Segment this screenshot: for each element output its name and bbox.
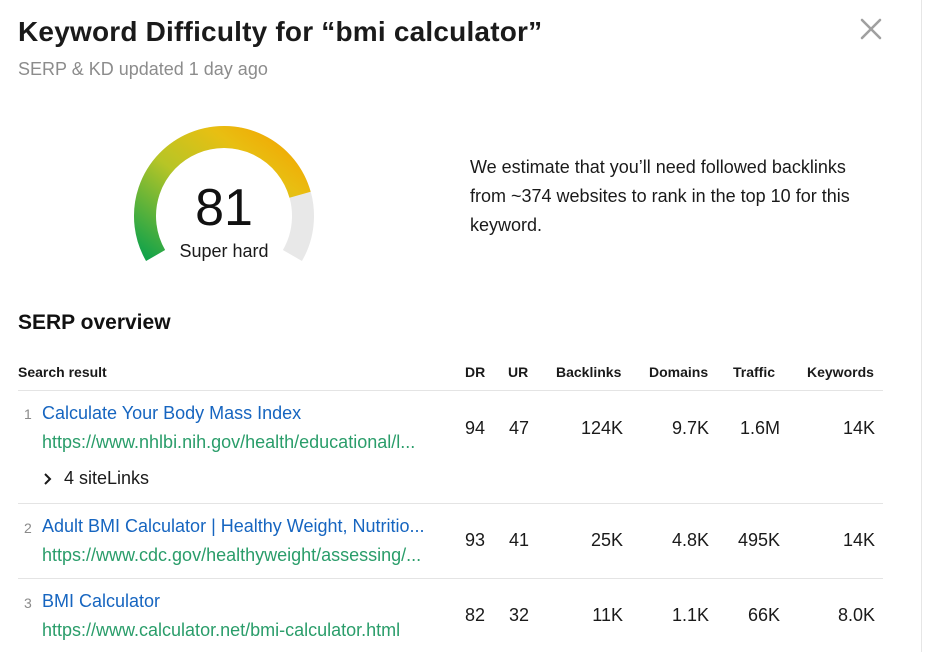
row-divider xyxy=(18,578,883,579)
result-url-link[interactable]: https://www.nhlbi.nih.gov/health/educati… xyxy=(42,432,438,453)
dr-value: 94 xyxy=(464,418,485,438)
difficulty-label: Super hard xyxy=(179,241,269,261)
column-dr[interactable]: DR xyxy=(465,364,485,380)
sitelinks-label: 4 siteLinks xyxy=(64,468,150,488)
dr-value: 93 xyxy=(464,530,485,550)
difficulty-score: 81 xyxy=(195,179,253,237)
domains-value: 4.8K xyxy=(671,530,709,550)
column-search-result[interactable]: Search result xyxy=(18,364,107,380)
rank-number: 1 xyxy=(24,406,32,422)
close-button[interactable] xyxy=(856,14,886,44)
rank-number: 2 xyxy=(24,520,32,536)
column-ur[interactable]: UR xyxy=(508,364,528,380)
traffic-value: 495K xyxy=(737,530,780,550)
domains-value: 1.1K xyxy=(671,605,709,625)
backlinks-value: 25K xyxy=(590,530,623,550)
column-keywords[interactable]: Keywords xyxy=(807,364,874,380)
column-domains[interactable]: Domains xyxy=(649,364,708,380)
keyword-difficulty-panel: Keyword Difficulty for “bmi calculator” … xyxy=(0,0,922,652)
keywords-value: 8.0K xyxy=(837,605,875,625)
rank-number: 3 xyxy=(24,595,32,611)
backlinks-value: 11K xyxy=(592,605,623,625)
serp-overview-heading: SERP overview xyxy=(18,311,171,334)
traffic-value: 66K xyxy=(747,605,780,625)
ur-value: 41 xyxy=(508,530,529,550)
column-backlinks[interactable]: Backlinks xyxy=(556,364,621,380)
panel-title: Keyword Difficulty for “bmi calculator” xyxy=(18,16,543,47)
result-url-link[interactable]: https://www.cdc.gov/healthyweight/assess… xyxy=(42,545,438,566)
traffic-value: 1.6M xyxy=(739,418,780,438)
backlink-estimate: We estimate that you’ll need followed ba… xyxy=(470,157,850,235)
dr-value: 82 xyxy=(464,605,485,625)
result-title-link[interactable]: BMI Calculator xyxy=(42,591,438,612)
column-traffic[interactable]: Traffic xyxy=(733,364,775,380)
backlinks-value: 124K xyxy=(580,418,623,438)
result-title-link[interactable]: Adult BMI Calculator | Healthy Weight, N… xyxy=(42,516,438,537)
header-divider xyxy=(18,390,883,391)
keywords-value: 14K xyxy=(842,530,875,550)
close-icon xyxy=(860,18,882,40)
ur-value: 47 xyxy=(508,418,529,438)
domains-value: 9.7K xyxy=(671,418,709,438)
updated-status: SERP & KD updated 1 day ago xyxy=(18,59,268,79)
result-url-link[interactable]: https://www.calculator.net/bmi-calculato… xyxy=(42,620,438,641)
row-divider xyxy=(18,503,883,504)
ur-value: 32 xyxy=(508,605,529,625)
keywords-value: 14K xyxy=(842,418,875,438)
result-title-link[interactable]: Calculate Your Body Mass Index xyxy=(42,403,438,424)
sitelinks-toggle[interactable]: 4 siteLinks xyxy=(42,468,149,489)
chevron-right-icon xyxy=(44,472,52,485)
